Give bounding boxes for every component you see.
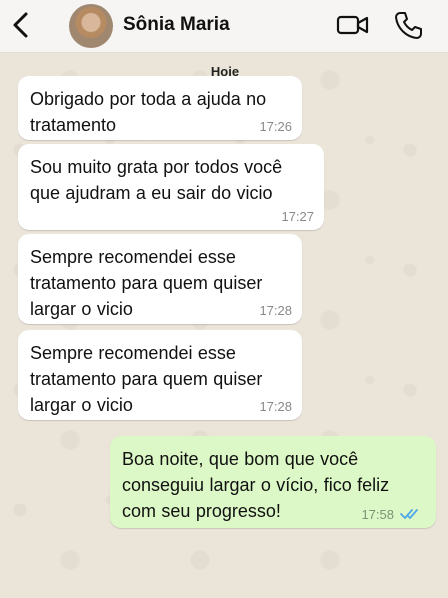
message-bubble[interactable]: Sempre recomendei esse tratamento para q… — [18, 234, 302, 324]
video-camera-icon — [336, 15, 369, 35]
message-bubble[interactable]: Sou muito grata por todos você que ajudr… — [18, 144, 324, 230]
message-text: Obrigado por toda a ajuda no tratamento — [30, 89, 267, 135]
message-text: Sou muito grata por todos você que ajudr… — [30, 157, 283, 203]
message-bubble[interactable]: Boa noite, que bom que você conseguiu la… — [110, 436, 436, 528]
message-time: 17:28 — [259, 303, 292, 318]
message-time: 17:27 — [281, 209, 314, 224]
phone-icon — [395, 12, 422, 39]
chevron-left-icon — [13, 12, 28, 38]
video-call-button[interactable] — [336, 13, 370, 37]
message-text: Sempre recomendei esse tratamento para q… — [30, 247, 263, 319]
message-bubble[interactable]: Obrigado por toda a ajuda no tratamento … — [18, 76, 302, 140]
voice-call-button[interactable] — [393, 10, 423, 40]
message-text: Sempre recomendei esse tratamento para q… — [30, 343, 263, 415]
message-time: 17:28 — [259, 399, 292, 414]
message-time: 17:58 — [361, 507, 394, 522]
avatar[interactable] — [69, 4, 113, 48]
contact-name[interactable]: Sônia Maria — [123, 14, 230, 36]
double-check-read-icon — [400, 509, 418, 519]
back-button[interactable] — [6, 8, 40, 42]
message-bubble[interactable]: Sempre recomendei esse tratamento para q… — [18, 330, 302, 420]
chat-header: Sônia Maria — [0, 0, 448, 53]
message-time: 17:26 — [259, 119, 292, 134]
